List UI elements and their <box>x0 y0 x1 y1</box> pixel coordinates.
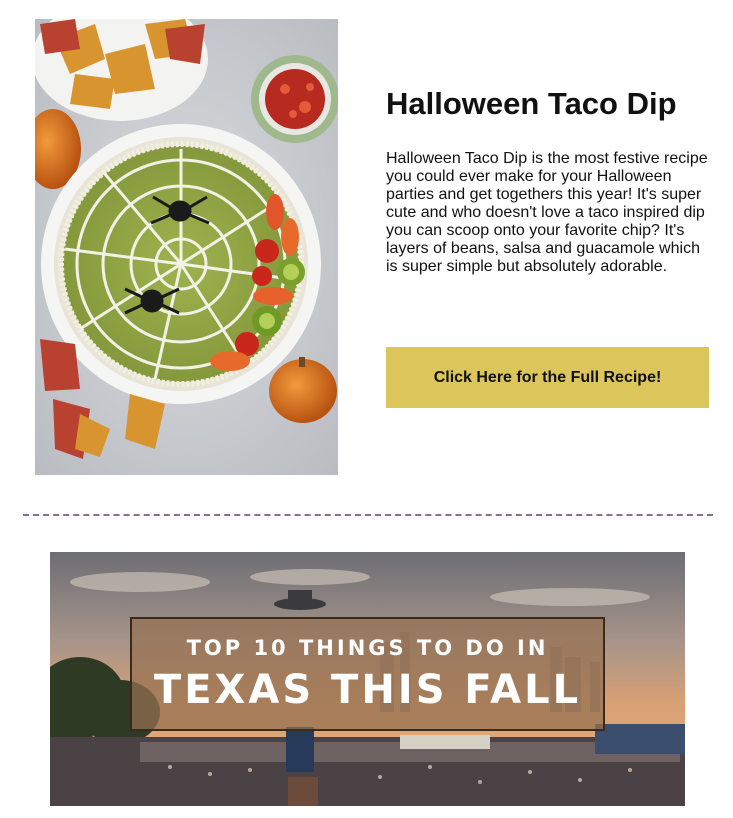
banner-title: TEXAS THIS FALL <box>153 667 582 713</box>
banner-subtitle: TOP 10 THINGS TO DO IN <box>186 636 549 660</box>
texas-fall-banner[interactable]: TOP 10 THINGS TO DO IN TEXAS THIS FALL <box>50 552 685 806</box>
banner-text-box: TOP 10 THINGS TO DO IN TEXAS THIS FALL <box>130 617 605 731</box>
recipe-description: Halloween Taco Dip is the most festive r… <box>386 150 708 275</box>
full-recipe-button[interactable]: Click Here for the Full Recipe! <box>386 347 709 408</box>
taco-dip-illustration <box>35 19 338 475</box>
section-divider <box>23 514 713 516</box>
recipe-photo[interactable] <box>35 19 338 475</box>
recipe-title: Halloween Taco Dip <box>386 86 677 121</box>
